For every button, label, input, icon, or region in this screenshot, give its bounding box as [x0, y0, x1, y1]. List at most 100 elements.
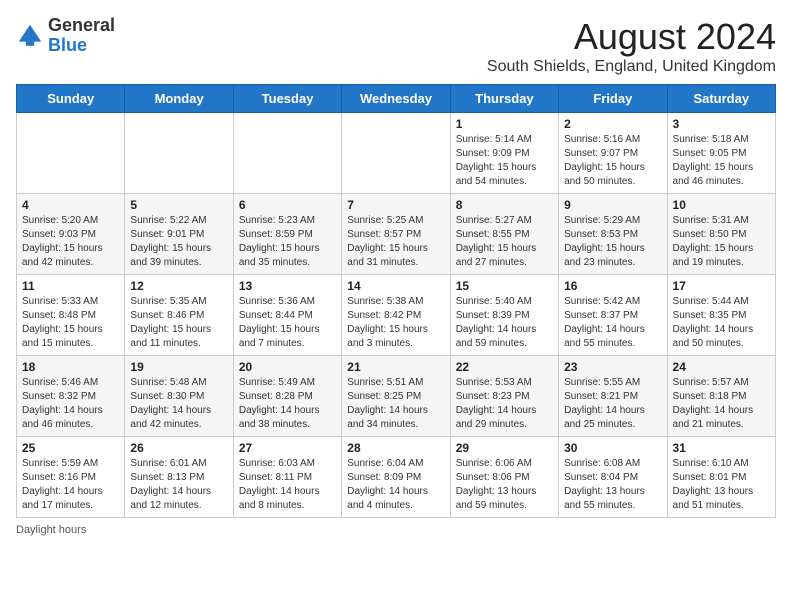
logo: General Blue — [16, 16, 115, 56]
calendar-cell — [233, 113, 341, 194]
calendar-cell: 13 Sunrise: 5:36 AM Sunset: 8:44 PM Dayli… — [233, 275, 341, 356]
calendar-week-row: 25 Sunrise: 5:59 AM Sunset: 8:16 PM Dayli… — [17, 437, 776, 518]
logo-text: General Blue — [48, 16, 115, 56]
weekday-header: Saturday — [667, 85, 775, 113]
calendar-cell: 21 Sunrise: 5:51 AM Sunset: 8:25 PM Dayli… — [342, 356, 450, 437]
day-info: Sunrise: 5:49 AM Sunset: 8:28 PM Dayligh… — [239, 376, 336, 432]
day-number: 2 — [564, 117, 661, 131]
logo-general-text: General — [48, 16, 115, 36]
day-number: 30 — [564, 441, 661, 455]
day-info: Sunrise: 5:25 AM Sunset: 8:57 PM Dayligh… — [347, 214, 444, 270]
day-info: Sunrise: 6:10 AM Sunset: 8:01 PM Dayligh… — [673, 457, 770, 513]
weekday-row: SundayMondayTuesdayWednesdayThursdayFrid… — [17, 85, 776, 113]
calendar-body: 1 Sunrise: 5:14 AM Sunset: 9:09 PM Daylig… — [17, 113, 776, 518]
day-info: Sunrise: 5:55 AM Sunset: 8:21 PM Dayligh… — [564, 376, 661, 432]
header: General Blue August 2024 South Shields, … — [16, 16, 776, 76]
calendar-cell: 27Sunrise: 6:03 AM Sunset: 8:11 PM Dayli… — [233, 437, 341, 518]
day-info: Sunrise: 5:18 AM Sunset: 9:05 PM Dayligh… — [673, 133, 770, 189]
calendar-cell: 2 Sunrise: 5:16 AM Sunset: 9:07 PM Daylig… — [559, 113, 667, 194]
calendar-cell: 25 Sunrise: 5:59 AM Sunset: 8:16 PM Dayli… — [17, 437, 125, 518]
day-number: 29 — [456, 441, 553, 455]
calendar-cell: 7 Sunrise: 5:25 AM Sunset: 8:57 PM Daylig… — [342, 194, 450, 275]
calendar-header: SundayMondayTuesdayWednesdayThursdayFrid… — [17, 85, 776, 113]
calendar-cell: 17Sunrise: 5:44 AM Sunset: 8:35 PM Dayli… — [667, 275, 775, 356]
calendar-cell: 23 Sunrise: 5:55 AM Sunset: 8:21 PM Dayli… — [559, 356, 667, 437]
day-info: Sunrise: 5:22 AM Sunset: 9:01 PM Dayligh… — [130, 214, 227, 270]
day-info: Sunrise: 5:14 AM Sunset: 9:09 PM Dayligh… — [456, 133, 553, 189]
day-info: Sunrise: 6:08 AM Sunset: 8:04 PM Dayligh… — [564, 457, 661, 513]
day-info: Sunrise: 5:36 AM Sunset: 8:44 PM Dayligh… — [239, 295, 336, 351]
calendar-cell: 11 Sunrise: 5:33 AM Sunset: 8:48 PM Dayli… — [17, 275, 125, 356]
calendar-cell: 28 Sunrise: 6:04 AM Sunset: 8:09 PM Dayli… — [342, 437, 450, 518]
calendar-cell: 8 Sunrise: 5:27 AM Sunset: 8:55 PM Daylig… — [450, 194, 558, 275]
calendar-cell: 6Sunrise: 5:23 AM Sunset: 8:59 PM Daylig… — [233, 194, 341, 275]
weekday-header: Friday — [559, 85, 667, 113]
day-number: 7 — [347, 198, 444, 212]
day-info: Sunrise: 5:31 AM Sunset: 8:50 PM Dayligh… — [673, 214, 770, 270]
day-info: Sunrise: 5:20 AM Sunset: 9:03 PM Dayligh… — [22, 214, 119, 270]
day-number: 6 — [239, 198, 336, 212]
calendar-cell: 18 Sunrise: 5:46 AM Sunset: 8:32 PM Dayli… — [17, 356, 125, 437]
day-info: Sunrise: 5:27 AM Sunset: 8:55 PM Dayligh… — [456, 214, 553, 270]
calendar-cell — [125, 113, 233, 194]
day-number: 8 — [456, 198, 553, 212]
calendar-cell: 15Sunrise: 5:40 AM Sunset: 8:39 PM Dayli… — [450, 275, 558, 356]
day-number: 12 — [130, 279, 227, 293]
day-number: 31 — [673, 441, 770, 455]
logo-blue-text: Blue — [48, 36, 115, 56]
calendar-week-row: 1 Sunrise: 5:14 AM Sunset: 9:09 PM Daylig… — [17, 113, 776, 194]
day-number: 24 — [673, 360, 770, 374]
day-number: 16 — [564, 279, 661, 293]
calendar-cell: 30 Sunrise: 6:08 AM Sunset: 8:04 PM Dayli… — [559, 437, 667, 518]
weekday-header: Wednesday — [342, 85, 450, 113]
day-info: Sunrise: 5:16 AM Sunset: 9:07 PM Dayligh… — [564, 133, 661, 189]
calendar-cell: 12Sunrise: 5:35 AM Sunset: 8:46 PM Dayli… — [125, 275, 233, 356]
calendar-cell: 5Sunrise: 5:22 AM Sunset: 9:01 PM Daylig… — [125, 194, 233, 275]
location-subtitle: South Shields, England, United Kingdom — [487, 58, 776, 76]
day-number: 15 — [456, 279, 553, 293]
day-info: Sunrise: 5:46 AM Sunset: 8:32 PM Dayligh… — [22, 376, 119, 432]
day-number: 23 — [564, 360, 661, 374]
day-info: Sunrise: 5:42 AM Sunset: 8:37 PM Dayligh… — [564, 295, 661, 351]
day-number: 13 — [239, 279, 336, 293]
title-block: August 2024 South Shields, England, Unit… — [487, 16, 776, 76]
day-info: Sunrise: 6:04 AM Sunset: 8:09 PM Dayligh… — [347, 457, 444, 513]
day-info: Sunrise: 5:48 AM Sunset: 8:30 PM Dayligh… — [130, 376, 227, 432]
day-info: Sunrise: 5:59 AM Sunset: 8:16 PM Dayligh… — [22, 457, 119, 513]
calendar-week-row: 4 Sunrise: 5:20 AM Sunset: 9:03 PM Daylig… — [17, 194, 776, 275]
day-number: 11 — [22, 279, 119, 293]
weekday-header: Sunday — [17, 85, 125, 113]
day-number: 20 — [239, 360, 336, 374]
weekday-header: Monday — [125, 85, 233, 113]
calendar-cell: 1 Sunrise: 5:14 AM Sunset: 9:09 PM Daylig… — [450, 113, 558, 194]
calendar-week-row: 11 Sunrise: 5:33 AM Sunset: 8:48 PM Dayli… — [17, 275, 776, 356]
calendar-cell: 24 Sunrise: 5:57 AM Sunset: 8:18 PM Dayli… — [667, 356, 775, 437]
day-number: 28 — [347, 441, 444, 455]
weekday-header: Thursday — [450, 85, 558, 113]
calendar-table: SundayMondayTuesdayWednesdayThursdayFrid… — [16, 84, 776, 518]
day-info: Sunrise: 6:01 AM Sunset: 8:13 PM Dayligh… — [130, 457, 227, 513]
calendar-week-row: 18 Sunrise: 5:46 AM Sunset: 8:32 PM Dayli… — [17, 356, 776, 437]
calendar-cell: 19 Sunrise: 5:48 AM Sunset: 8:30 PM Dayli… — [125, 356, 233, 437]
day-info: Sunrise: 5:44 AM Sunset: 8:35 PM Dayligh… — [673, 295, 770, 351]
day-number: 9 — [564, 198, 661, 212]
day-number: 25 — [22, 441, 119, 455]
day-info: Sunrise: 5:57 AM Sunset: 8:18 PM Dayligh… — [673, 376, 770, 432]
calendar-cell — [17, 113, 125, 194]
day-number: 27 — [239, 441, 336, 455]
calendar-cell: 20 Sunrise: 5:49 AM Sunset: 8:28 PM Dayli… — [233, 356, 341, 437]
day-number: 18 — [22, 360, 119, 374]
day-info: Sunrise: 5:51 AM Sunset: 8:25 PM Dayligh… — [347, 376, 444, 432]
day-number: 22 — [456, 360, 553, 374]
day-info: Sunrise: 5:53 AM Sunset: 8:23 PM Dayligh… — [456, 376, 553, 432]
logo-icon — [16, 22, 44, 50]
calendar-cell: 26Sunrise: 6:01 AM Sunset: 8:13 PM Dayli… — [125, 437, 233, 518]
calendar-cell: 14Sunrise: 5:38 AM Sunset: 8:42 PM Dayli… — [342, 275, 450, 356]
day-number: 1 — [456, 117, 553, 131]
weekday-header: Tuesday — [233, 85, 341, 113]
day-number: 4 — [22, 198, 119, 212]
day-number: 19 — [130, 360, 227, 374]
day-info: Sunrise: 5:33 AM Sunset: 8:48 PM Dayligh… — [22, 295, 119, 351]
day-number: 21 — [347, 360, 444, 374]
day-number: 10 — [673, 198, 770, 212]
